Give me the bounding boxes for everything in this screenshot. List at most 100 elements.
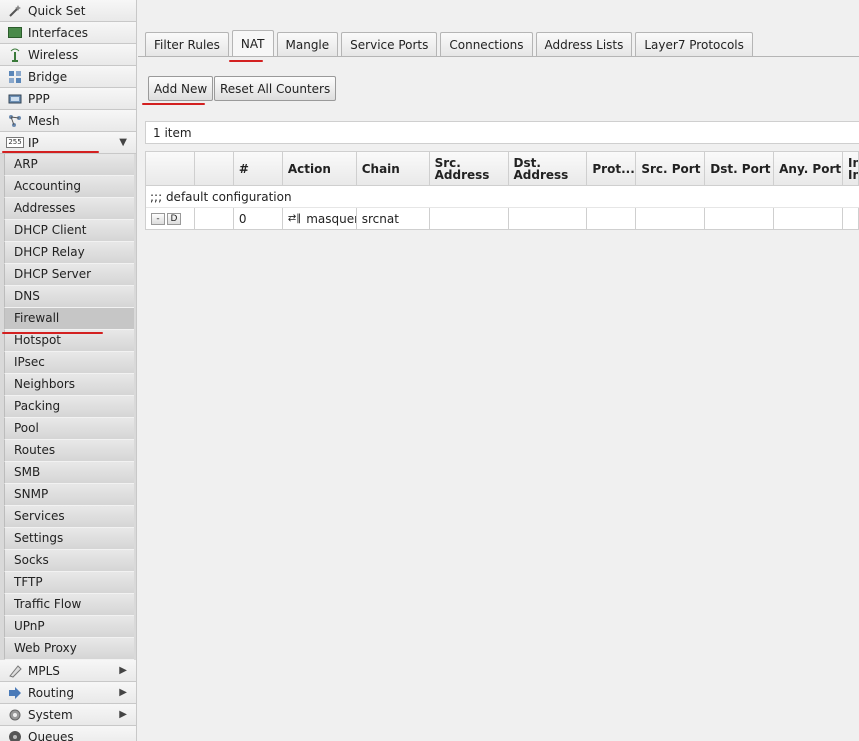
ip-submenu: ARP Accounting Addresses DHCP Client DHC…	[0, 154, 136, 660]
gear-icon	[7, 708, 23, 722]
cell-dst-address	[509, 208, 588, 229]
sidebar-menu: Quick Set Interfaces Wireless Bridge PPP…	[0, 0, 137, 741]
tab-address-lists[interactable]: Address Lists	[535, 32, 633, 56]
submenu-item-routes[interactable]: Routes	[4, 440, 134, 462]
main-panel: Filter Rules NAT Mangle Service Ports Co…	[138, 0, 859, 741]
annotation-underline-nat	[229, 60, 263, 62]
row-controls: - D	[146, 208, 195, 229]
sidebar-item-label: Bridge	[28, 69, 68, 84]
sidebar-item-mpls[interactable]: MPLS ▶	[0, 660, 136, 682]
routing-icon	[7, 686, 23, 700]
cell-flags	[195, 208, 234, 229]
queues-icon	[7, 730, 23, 741]
add-new-button[interactable]: Add New	[148, 76, 214, 101]
submenu-item-dhcp-server[interactable]: DHCP Server	[4, 264, 134, 286]
submenu-item-neighbors[interactable]: Neighbors	[4, 374, 134, 396]
sidebar-item-system[interactable]: System ▶	[0, 704, 136, 726]
annotation-underline-firewall	[2, 332, 103, 334]
ppp-icon	[7, 92, 23, 106]
submenu-item-traffic-flow[interactable]: Traffic Flow	[4, 594, 134, 616]
col-header-src-address[interactable]: Src. Address	[430, 152, 509, 185]
col-header-flags[interactable]	[195, 152, 234, 185]
tab-divider	[138, 56, 859, 57]
col-header-controls[interactable]	[146, 152, 195, 185]
annotation-underline-add-new	[142, 103, 205, 105]
col-header-dst-port[interactable]: Dst. Port	[705, 152, 775, 185]
table-header: # Action Chain Src. Address Dst. Address P…	[146, 152, 859, 186]
tab-connections[interactable]: Connections	[440, 32, 533, 56]
cell-protocol	[587, 208, 637, 229]
submenu-item-socks[interactable]: Socks	[4, 550, 134, 572]
chevron-down-icon: ▼	[119, 137, 127, 148]
col-header-dst-address[interactable]: Dst. Address	[509, 152, 588, 185]
submenu-item-dhcp-client[interactable]: DHCP Client	[4, 220, 134, 242]
sidebar-item-label: Queues	[28, 729, 74, 741]
sidebar-item-ppp[interactable]: PPP	[0, 88, 136, 110]
tab-filter-rules[interactable]: Filter Rules	[145, 32, 229, 56]
remove-rule-button[interactable]: -	[151, 212, 165, 225]
col-header-number[interactable]: #	[234, 152, 283, 185]
submenu-item-arp[interactable]: ARP	[4, 154, 134, 176]
interfaces-icon	[7, 26, 23, 40]
submenu-item-dns[interactable]: DNS	[4, 286, 134, 308]
chevron-right-icon: ▶	[119, 665, 127, 676]
tab-bar: Filter Rules NAT Mangle Service Ports Co…	[145, 30, 756, 56]
annotation-underline-ip	[2, 151, 99, 153]
col-header-chain[interactable]: Chain	[357, 152, 430, 185]
ip-icon: 255	[6, 137, 24, 148]
tab-service-ports[interactable]: Service Ports	[341, 32, 438, 56]
tab-layer7-protocols[interactable]: Layer7 Protocols	[635, 32, 753, 56]
submenu-item-services[interactable]: Services	[4, 506, 134, 528]
submenu-item-pool[interactable]: Pool	[4, 418, 134, 440]
sidebar-item-label: Mesh	[28, 113, 60, 128]
mpls-icon	[7, 664, 23, 678]
submenu-item-firewall[interactable]: Firewall	[4, 308, 134, 330]
tab-nat[interactable]: NAT	[231, 30, 274, 56]
sidebar-item-label: IP	[28, 135, 39, 150]
cell-dst-port	[705, 208, 775, 229]
sidebar-item-label: MPLS	[28, 663, 60, 678]
col-header-any-port[interactable]: Any. Port	[774, 152, 844, 185]
submenu-item-ipsec[interactable]: IPsec	[4, 352, 134, 374]
submenu-item-dhcp-relay[interactable]: DHCP Relay	[4, 242, 134, 264]
sidebar-item-quick-set[interactable]: Quick Set	[0, 0, 136, 22]
col-header-action[interactable]: Action	[283, 152, 357, 185]
sidebar-item-label: Interfaces	[28, 25, 88, 40]
col-header-protocol[interactable]: Prot...	[587, 152, 637, 185]
nat-rules-table: # Action Chain Src. Address Dst. Address P…	[145, 151, 859, 230]
sidebar-item-label: System	[28, 707, 73, 722]
submenu-item-addresses[interactable]: Addresses	[4, 198, 134, 220]
submenu-item-packing[interactable]: Packing	[4, 396, 134, 418]
submenu-item-web-proxy[interactable]: Web Proxy	[4, 638, 134, 660]
chevron-right-icon: ▶	[119, 687, 127, 698]
sidebar-item-queues[interactable]: Queues	[0, 726, 136, 741]
item-count: 1 item	[153, 125, 192, 140]
sidebar-item-label: Routing	[28, 685, 75, 700]
sidebar-item-mesh[interactable]: Mesh	[0, 110, 136, 132]
wireless-icon	[7, 48, 23, 62]
col-header-in-interface[interactable]: In.In	[843, 152, 859, 185]
table-row[interactable]: - D 0 ⇄‖ masquer srcnat	[146, 208, 859, 230]
col-header-src-port[interactable]: Src. Port	[636, 152, 706, 185]
sidebar-item-bridge[interactable]: Bridge	[0, 66, 136, 88]
submenu-item-settings[interactable]: Settings	[4, 528, 134, 550]
sidebar-item-interfaces[interactable]: Interfaces	[0, 22, 136, 44]
sidebar-item-routing[interactable]: Routing ▶	[0, 682, 136, 704]
disable-rule-button[interactable]: D	[167, 212, 181, 225]
submenu-item-tftp[interactable]: TFTP	[4, 572, 134, 594]
sidebar-item-wireless[interactable]: Wireless	[0, 44, 136, 66]
bridge-icon	[7, 70, 23, 84]
rule-comment: ;;; default configuration	[146, 186, 859, 208]
submenu-item-accounting[interactable]: Accounting	[4, 176, 134, 198]
tab-mangle[interactable]: Mangle	[276, 32, 339, 56]
submenu-item-upnp[interactable]: UPnP	[4, 616, 134, 638]
masquerade-icon: ⇄‖	[287, 213, 302, 224]
wand-icon	[7, 4, 23, 18]
submenu-item-smb[interactable]: SMB	[4, 462, 134, 484]
cell-action: ⇄‖ masquer	[283, 208, 357, 229]
cell-any-port	[774, 208, 844, 229]
submenu-item-snmp[interactable]: SNMP	[4, 484, 134, 506]
reset-all-counters-button[interactable]: Reset All Counters	[214, 76, 337, 101]
sidebar-item-label: PPP	[28, 91, 50, 106]
cell-src-port	[636, 208, 706, 229]
